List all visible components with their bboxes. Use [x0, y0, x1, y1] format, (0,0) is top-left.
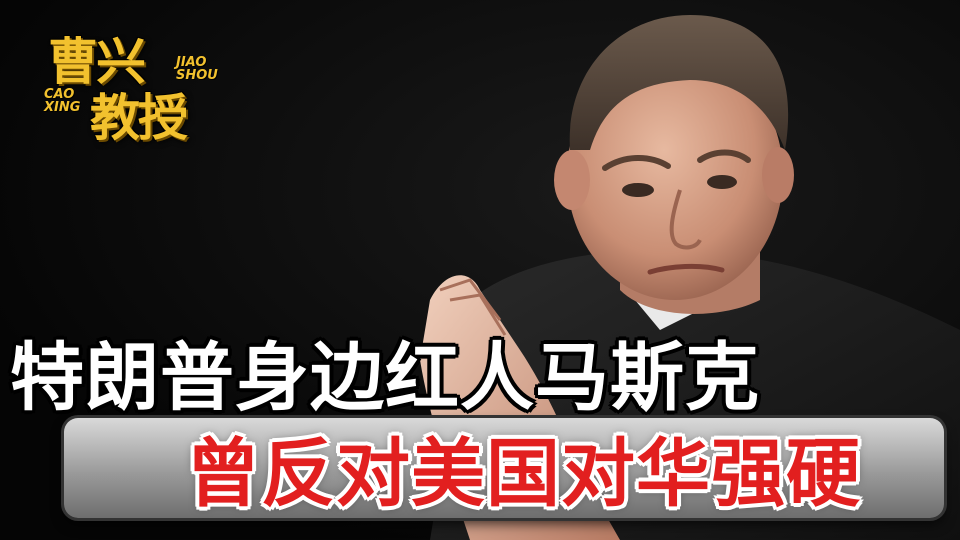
logo-line2: 教授 — [90, 89, 188, 147]
left-ear — [554, 150, 590, 210]
headline-line1: 特朗普身边红人马斯克 — [10, 335, 760, 421]
logo-pinyin-left: CAO XING — [44, 87, 81, 115]
headline-line2: 曾反对美国对华强硬 — [186, 431, 861, 517]
left-eye — [622, 183, 654, 197]
right-eye — [707, 175, 737, 189]
right-ear — [762, 147, 794, 203]
logo-pinyin-right: JIAO SHOU — [176, 55, 218, 83]
channel-logo: 曹兴 教授 CAO XING JIAO SHOU — [40, 22, 230, 147]
